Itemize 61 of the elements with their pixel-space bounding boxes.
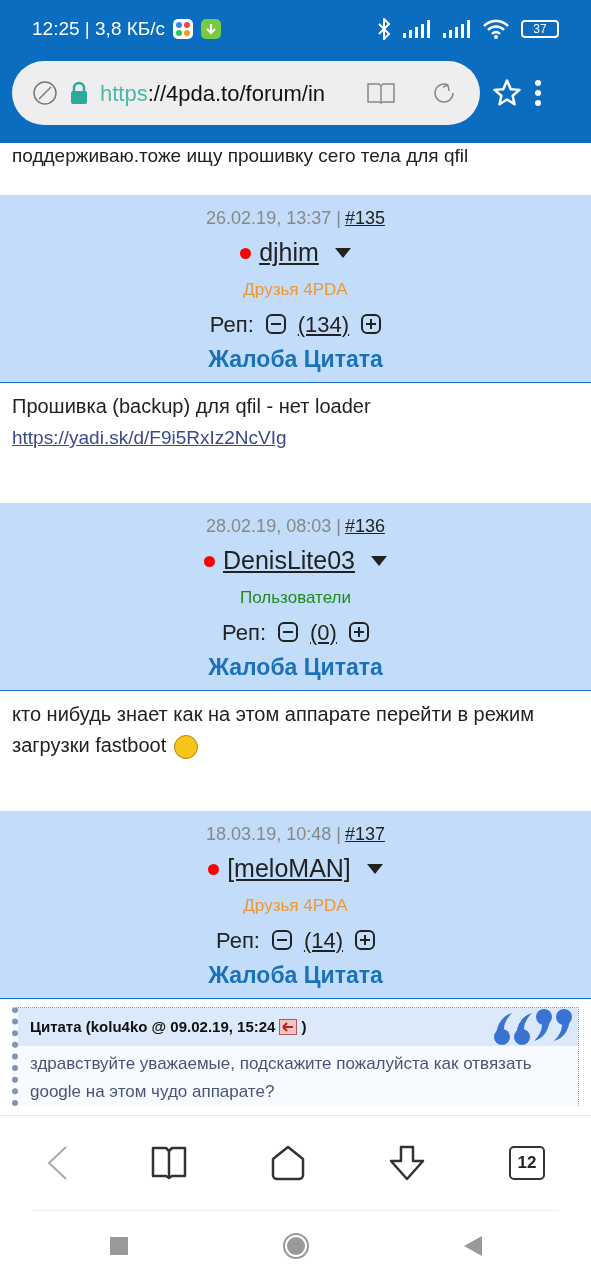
battery-indicator: 37 (521, 20, 559, 38)
url-text[interactable]: https://4pda.to/forum/in (100, 76, 355, 110)
post-date: 26.02.19, 13:37 | (206, 206, 341, 230)
signal-icon (443, 20, 471, 38)
rep-count-link[interactable]: (14) (303, 923, 344, 957)
author-link[interactable]: djhim (259, 234, 319, 272)
dropdown-caret-icon[interactable] (371, 556, 387, 566)
post-date: 28.02.19, 08:03 | (206, 514, 341, 538)
plus-icon[interactable] (355, 930, 376, 950)
post-actions[interactable]: Жалоба Цитата (208, 959, 383, 991)
lock-icon (70, 81, 88, 105)
reader-book-icon[interactable] (367, 82, 395, 104)
back-triangle-icon[interactable] (463, 1235, 482, 1256)
post-number-link[interactable]: #136 (344, 512, 385, 540)
home-icon[interactable] (269, 1145, 306, 1181)
recents-icon[interactable] (109, 1236, 128, 1255)
rep-label: Реп: (215, 926, 260, 955)
back-arrow-icon[interactable] (279, 1019, 298, 1035)
book-icon[interactable] (150, 1146, 187, 1180)
rep-count-link[interactable]: (134) (297, 307, 350, 341)
address-bar[interactable]: https://4pda.to/forum/in (12, 61, 480, 125)
download-app-icon (201, 19, 222, 39)
minus-icon[interactable] (265, 314, 286, 334)
quote-title: Цитата (kolu4ko @ 09.02.19, 15:24 (30, 1016, 276, 1037)
post-text: поддерживаю.тоже ищу прошивку сего тела для qfil (11, 144, 470, 168)
ad-block-icon[interactable] (32, 80, 58, 106)
more-menu-icon[interactable] (534, 80, 542, 106)
reload-icon[interactable] (431, 80, 457, 106)
minus-icon[interactable] (271, 930, 292, 950)
post-actions[interactable]: Жалоба Цитата (208, 651, 383, 683)
user-group: Друзья 4PDA (243, 891, 348, 921)
author-link[interactable]: [meloMAN] (227, 850, 351, 888)
author-link[interactable]: DenisLite03 (223, 542, 355, 580)
bluetooth-icon (377, 18, 391, 40)
post-date: 18.03.19, 10:48 | (206, 822, 341, 846)
quote-text: здравствуйте уважаемые, подскажите пожалуйста как отвязать google на этом чудо аппарате? (29, 1053, 533, 1103)
app-dots-icon (173, 19, 194, 39)
post-number-link[interactable]: #137 (344, 820, 385, 848)
wifi-icon (483, 19, 509, 39)
download-icon[interactable] (388, 1145, 427, 1181)
plus-icon[interactable] (348, 622, 369, 642)
tabs-count-button[interactable]: 12 (509, 1146, 545, 1180)
user-group: Пользователи (240, 583, 351, 613)
post-text: кто нибудь знает как на этом аппарате перейти в режим загрузки fastboot (12, 699, 579, 761)
dropdown-caret-icon[interactable] (334, 248, 351, 258)
post-number-link[interactable]: #135 (344, 204, 385, 232)
rep-label: Реп: (222, 618, 267, 647)
quote-marks-icon (492, 1007, 574, 1047)
user-group: Друзья 4PDA (243, 275, 348, 305)
post-link[interactable]: https://yadi.sk/d/F9i5RxIz2NcVIg (12, 422, 579, 453)
plus-icon[interactable] (361, 314, 382, 334)
minus-icon[interactable] (278, 622, 299, 642)
star-icon[interactable] (492, 78, 522, 108)
status-time-speed: 12:25 | 3,8 КБ/с (32, 16, 166, 41)
dropdown-caret-icon[interactable] (366, 864, 383, 874)
rep-count-link[interactable]: (0) (310, 615, 337, 649)
post-text: Прошивка (backup) для qfil - нет loader (12, 394, 372, 419)
rep-label: Реп: (209, 310, 254, 339)
post-actions[interactable]: Жалоба Цитата (208, 343, 383, 375)
signal-icon (403, 20, 431, 38)
quote-title-end: ) (301, 1016, 307, 1037)
